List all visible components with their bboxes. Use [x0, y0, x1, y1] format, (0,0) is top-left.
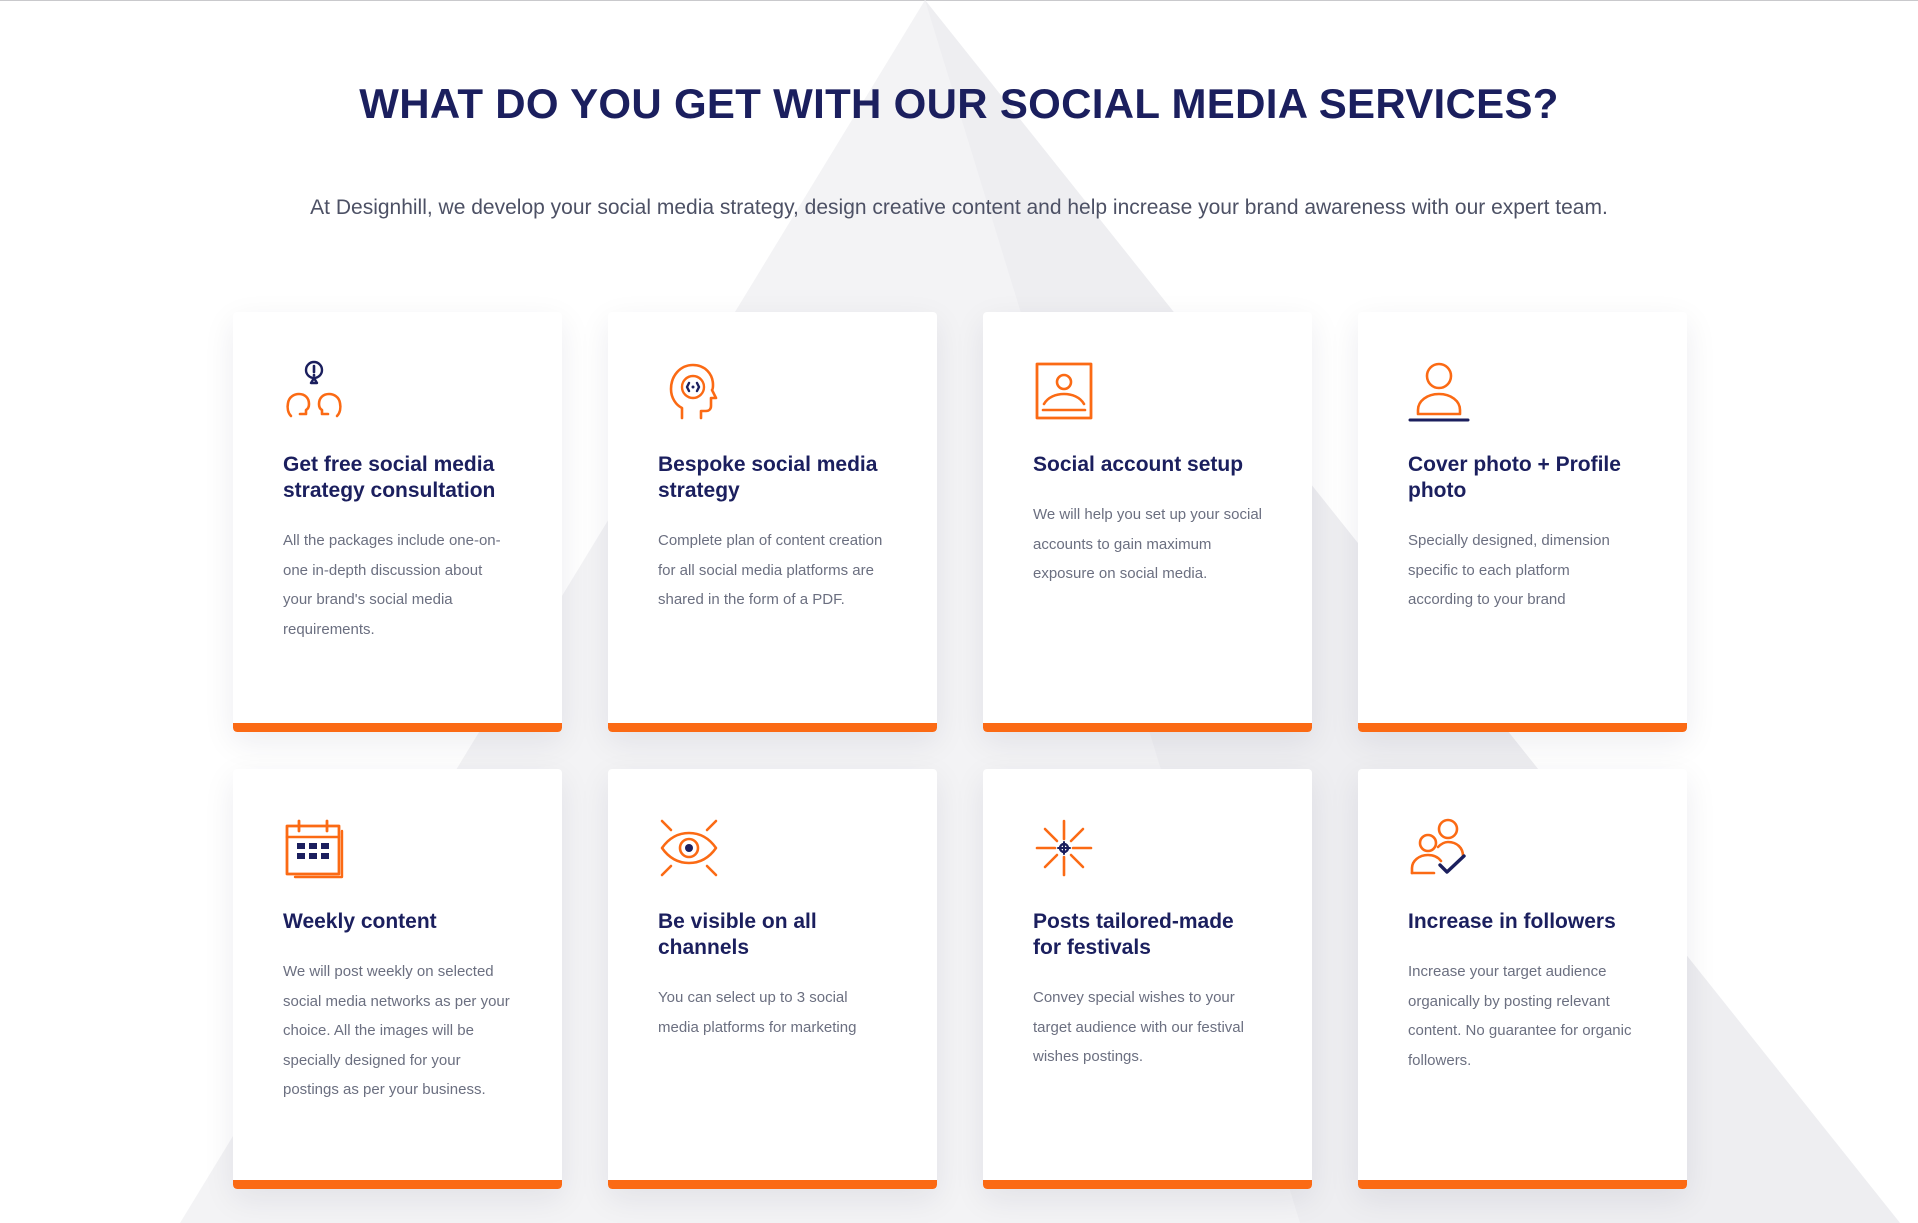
- eye-icon: [660, 819, 718, 877]
- service-card-cover-profile-photo: Cover photo + Profile photo Specially de…: [1358, 312, 1687, 732]
- card-description: Convey special wishes to your target aud…: [1033, 989, 1244, 1065]
- card-title: Get free social media strategy consultat…: [283, 453, 496, 502]
- service-card-account-setup: Social account setup We will help you se…: [983, 312, 1312, 732]
- followers-check-icon: [1410, 818, 1466, 875]
- calendar-icon: [285, 819, 344, 879]
- card-title: Cover photo + Profile photo: [1408, 453, 1621, 502]
- card-title: Social account setup: [1033, 453, 1244, 476]
- card-title: Posts tailored-made for festivals: [1033, 910, 1234, 959]
- service-card-consultation: Get free social media strategy consultat…: [233, 312, 562, 732]
- card-title: Increase in followers: [1408, 910, 1616, 933]
- service-card-visible-channels: Be visible on all channels You can selec…: [608, 769, 937, 1189]
- user-profile-icon: [1408, 362, 1470, 422]
- card-title: Weekly content: [283, 910, 437, 933]
- card-description: You can select up to 3 social media plat…: [658, 989, 857, 1036]
- card-description: All the packages include one-on-one in-d…: [283, 532, 501, 638]
- service-card-increase-followers: Increase in followers Increase your targ…: [1358, 769, 1687, 1189]
- firework-icon: [1035, 819, 1093, 877]
- card-description: We will post weekly on selected social m…: [283, 963, 510, 1098]
- consultation-heads-icon: [286, 360, 342, 418]
- section-subtitle: At Designhill, we develop your social me…: [310, 196, 1608, 219]
- service-card-weekly-content: Weekly content We will post weekly on se…: [233, 769, 562, 1189]
- card-description: Complete plan of content creation for al…: [658, 532, 883, 608]
- profile-frame-icon: [1035, 362, 1093, 420]
- service-card-festival-posts: Posts tailored-made for festivals Convey…: [983, 769, 1312, 1189]
- head-strategy-icon: [669, 363, 718, 420]
- card-title: Bespoke social media strategy: [658, 453, 878, 502]
- services-grid: Get free social media strategy consultat…: [233, 312, 1687, 1189]
- card-title: Be visible on all channels: [658, 910, 817, 959]
- card-description: We will help you set up your social acco…: [1033, 506, 1262, 582]
- card-description: Increase your target audience organicall…: [1408, 963, 1632, 1069]
- service-card-bespoke-strategy: Bespoke social media strategy Complete p…: [608, 312, 937, 732]
- section-title: WHAT DO YOU GET WITH OUR SOCIAL MEDIA SE…: [359, 80, 1559, 127]
- card-description: Specially designed, dimension specific t…: [1408, 532, 1610, 608]
